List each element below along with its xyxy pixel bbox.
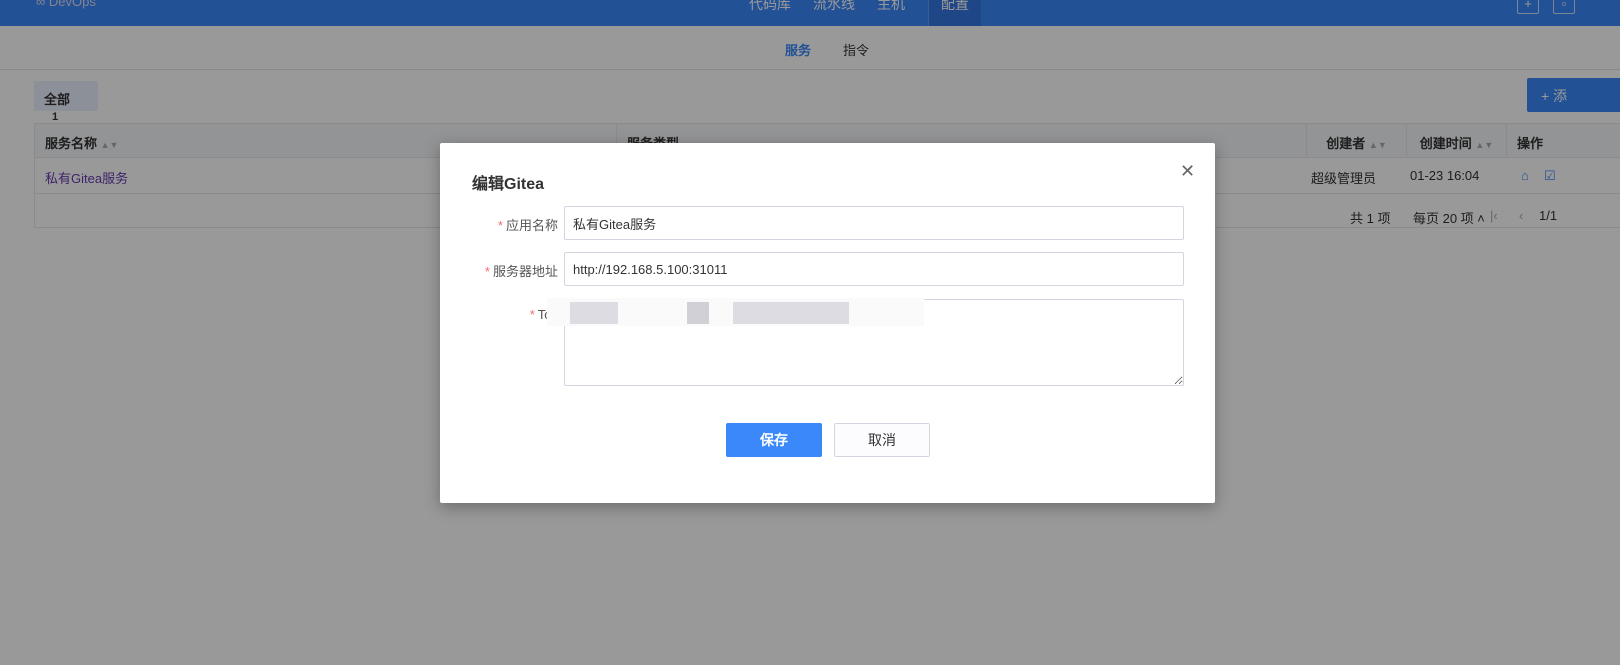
label-text: 应用名称 [505, 218, 558, 233]
save-button[interactable]: 保存 [726, 423, 822, 457]
label-text: 服务器地址 [492, 264, 558, 279]
server-address-input[interactable] [564, 252, 1184, 286]
field-label: *Tok [440, 307, 558, 322]
dialog-title: 编辑Gitea [472, 176, 545, 193]
field-label: * 服务器地址 [484, 264, 558, 279]
cancel-button[interactable]: 取消 [834, 423, 930, 457]
field-label: * 应用名称 [497, 218, 558, 233]
app-name-input[interactable] [564, 206, 1184, 240]
close-icon[interactable]: ✕ [1180, 161, 1195, 182]
redaction-mask [547, 298, 924, 326]
edit-dialog: 编辑Gitea ✕ *应用名称 *服务器地址 *Tok 保存 取消 [440, 143, 1215, 503]
